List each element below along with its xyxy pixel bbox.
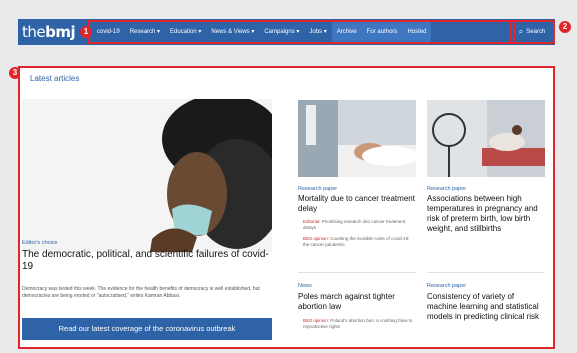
nav-item-news-views[interactable]: News & Views ▾ bbox=[206, 22, 259, 42]
card-1-editorial-lead: Editorial: bbox=[303, 219, 321, 224]
search-label: Search bbox=[526, 29, 546, 35]
card-4-label: Research paper bbox=[427, 283, 467, 289]
logo-prefix: the bbox=[22, 23, 46, 41]
nav-item-research[interactable]: Research ▾ bbox=[125, 22, 165, 42]
section-title: Latest articles bbox=[30, 74, 80, 83]
card-1-title[interactable]: Mortality due to cancer treatment delay bbox=[298, 194, 416, 214]
annotation-badge-2: 2 bbox=[559, 21, 571, 33]
card-1-editorial[interactable]: Editorial: Prioritising research into ca… bbox=[303, 219, 415, 231]
main-nav: covid-19 Research ▾ Education ▾ News & V… bbox=[88, 20, 516, 44]
article-image-cancer-delay[interactable] bbox=[298, 100, 416, 177]
nav-item-education[interactable]: Education ▾ bbox=[165, 22, 206, 42]
nav-item-archive[interactable]: Archive bbox=[331, 22, 362, 42]
card-3-opinion[interactable]: BMJ opinion: Poland's abortion ban: a cr… bbox=[303, 318, 415, 330]
search-icon: ⌕ bbox=[518, 27, 524, 36]
bmj-logo[interactable]: thebmj bbox=[22, 21, 76, 43]
logo-word: bmj bbox=[45, 23, 76, 41]
nav-item-campaigns[interactable]: Campaigns ▾ bbox=[259, 22, 304, 42]
featured-article-summary: Democracy was tested this week. The evid… bbox=[22, 286, 260, 299]
coronavirus-coverage-button[interactable]: Read our latest coverage of the coronavi… bbox=[22, 318, 272, 340]
card-4-title[interactable]: Consistency of variety of machine learni… bbox=[427, 292, 545, 322]
nav-item-covid-19[interactable]: covid-19 bbox=[92, 22, 125, 42]
card-1-label: Research paper bbox=[298, 186, 338, 192]
card-divider bbox=[427, 272, 545, 273]
card-1-opinion[interactable]: BMJ opinion: Counting the invisible cost… bbox=[303, 236, 415, 248]
featured-article-title[interactable]: The democratic, political, and scientifi… bbox=[22, 249, 278, 273]
card-2-title[interactable]: Associations between high temperatures i… bbox=[427, 194, 545, 234]
card-3-opinion-lead: BMJ opinion: bbox=[303, 318, 330, 323]
card-3-label: News bbox=[298, 283, 312, 289]
card-1-opinion-lead: BMJ opinion: bbox=[303, 236, 330, 241]
card-divider bbox=[298, 272, 416, 273]
card-2-label: Research paper bbox=[427, 186, 467, 192]
nav-item-hosted[interactable]: Hosted bbox=[402, 22, 432, 42]
featured-article-image[interactable] bbox=[22, 99, 272, 252]
featured-article-label: Editor's choice bbox=[22, 240, 58, 246]
search-button[interactable]: ⌕ Search bbox=[509, 20, 555, 44]
article-image-pregnancy-heat[interactable] bbox=[427, 100, 545, 177]
nav-item-for-authors[interactable]: For authors bbox=[361, 22, 403, 42]
nav-item-jobs[interactable]: Jobs ▾ bbox=[304, 22, 331, 42]
card-3-title[interactable]: Poles march against tighter abortion law bbox=[298, 292, 416, 312]
top-navigation-bar: thebmj covid-19 Research ▾ Education ▾ N… bbox=[18, 19, 555, 45]
annotation-badge-1: 1 bbox=[80, 26, 92, 38]
